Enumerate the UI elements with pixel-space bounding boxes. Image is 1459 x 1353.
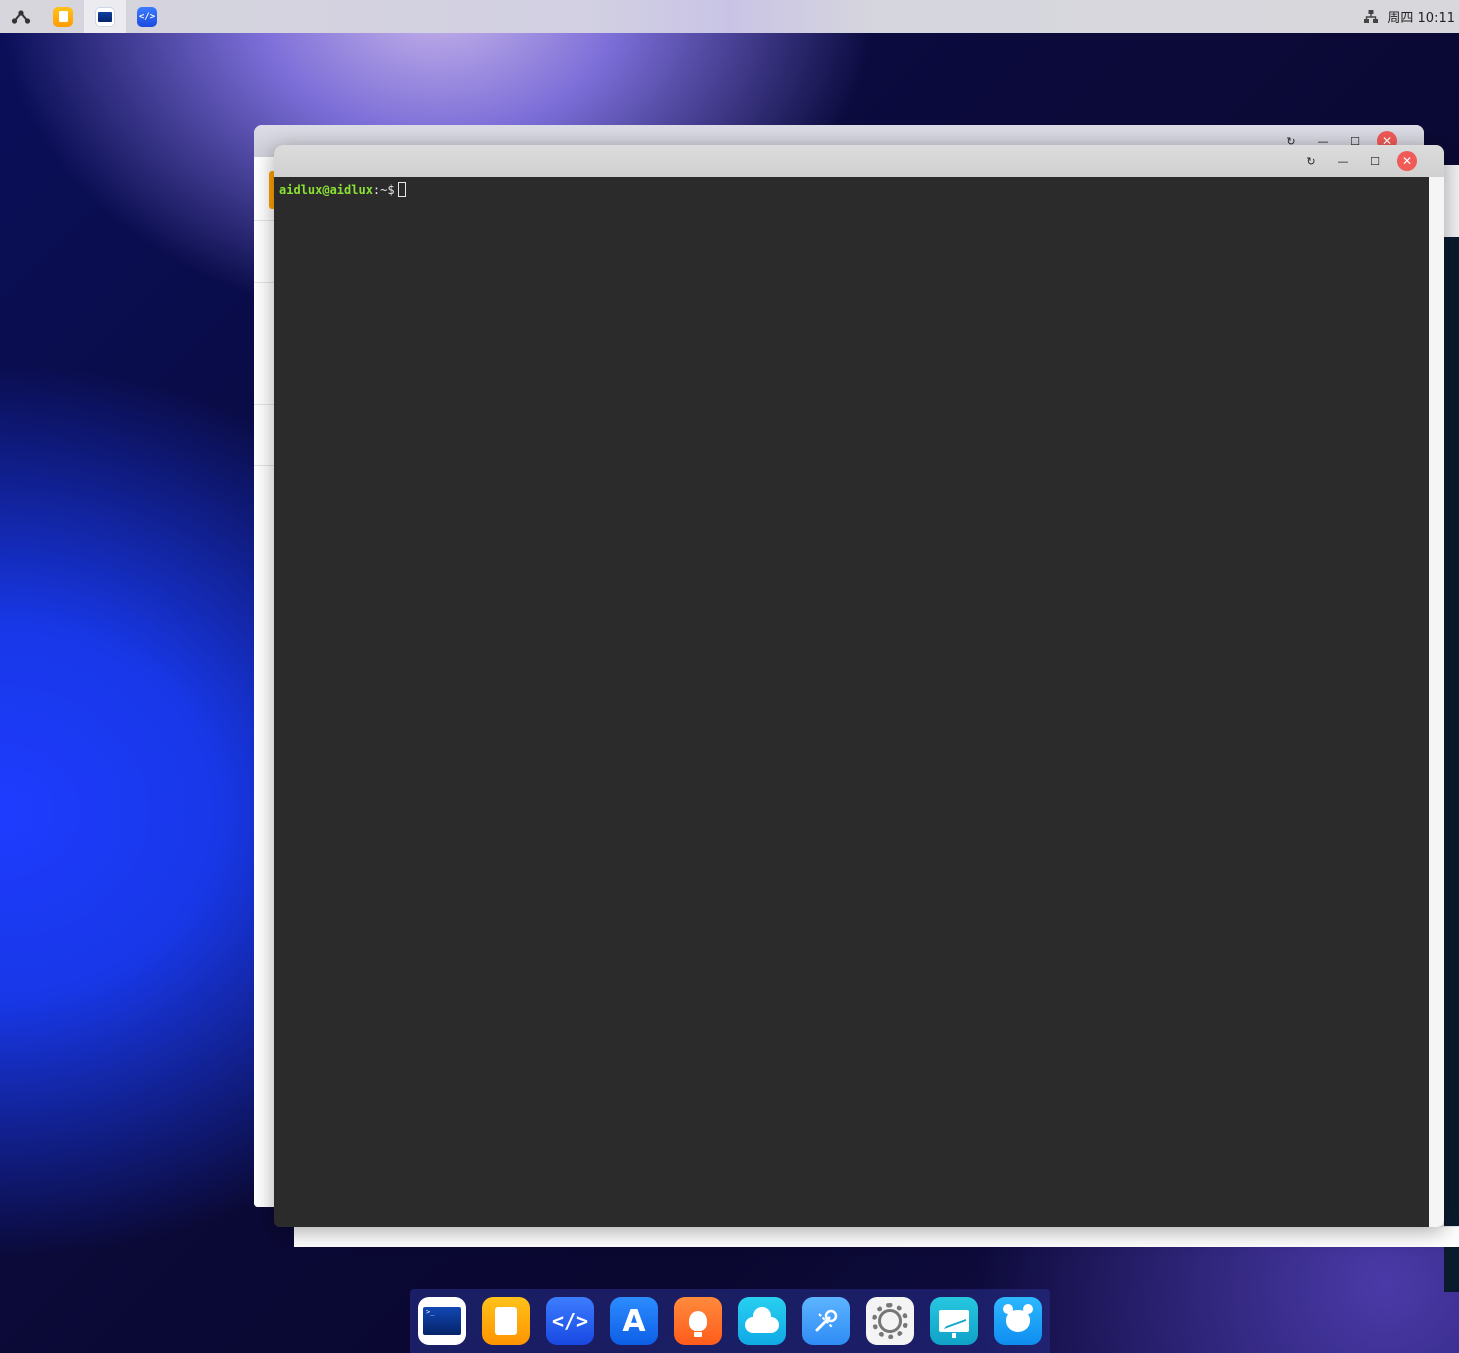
text-cursor — [397, 182, 406, 197]
terminal-scrollbar[interactable] — [1429, 177, 1444, 1227]
bear-icon — [1003, 1304, 1033, 1332]
close-icon: ✕ — [1401, 154, 1413, 168]
cloud-icon — [745, 1307, 779, 1333]
divider — [254, 282, 274, 283]
taskbar-terminal-button[interactable] — [84, 0, 126, 33]
launcher-button[interactable] — [0, 0, 42, 33]
dock: </> A — [410, 1289, 1050, 1353]
dock-app-store[interactable]: A — [610, 1297, 658, 1345]
menu-icon — [11, 9, 31, 24]
code-editor-icon: </> — [137, 6, 157, 27]
prompt-path: :~$ — [372, 183, 395, 197]
lightbulb-icon — [689, 1311, 707, 1337]
refresh-icon: ↻ — [1306, 154, 1316, 168]
minimize-button[interactable]: — — [1333, 151, 1353, 171]
close-button[interactable]: ✕ — [1397, 151, 1417, 171]
top-panel: </> 周四 10:11 — [0, 0, 1459, 33]
dock-system-monitor[interactable] — [930, 1297, 978, 1345]
divider — [254, 220, 274, 221]
background-window-bottom-edge — [294, 1226, 1459, 1247]
terminal-icon — [423, 1307, 461, 1335]
dock-terminal[interactable] — [418, 1297, 466, 1345]
dock-code-editor[interactable]: </> — [546, 1297, 594, 1345]
background-window-dark-panel — [1444, 237, 1459, 1292]
dock-cloud[interactable] — [738, 1297, 786, 1345]
terminal-titlebar[interactable]: ↻ — ☐ ✕ — [274, 145, 1444, 177]
network-icon[interactable] — [1363, 9, 1379, 25]
minimize-icon: — — [1337, 154, 1349, 168]
terminal-icon — [95, 6, 115, 27]
prompt-user: aidlux@aidlux — [279, 183, 373, 197]
maximize-icon: ☐ — [1370, 154, 1380, 168]
dock-idea[interactable] — [674, 1297, 722, 1345]
dock-tools[interactable] — [802, 1297, 850, 1345]
gear-icon — [872, 1303, 908, 1339]
refresh-button[interactable]: ↻ — [1301, 151, 1321, 171]
app-store-icon: A — [622, 1303, 646, 1339]
taskbar-files-button[interactable] — [42, 0, 84, 33]
terminal-window-controls: ↻ — ☐ ✕ — [1301, 145, 1417, 177]
taskbar-code-button[interactable]: </> — [126, 0, 168, 33]
files-icon — [495, 1307, 517, 1335]
dock-bear-app[interactable] — [994, 1297, 1042, 1345]
tools-icon — [815, 1309, 838, 1332]
files-icon — [53, 6, 73, 27]
monitor-icon — [939, 1310, 969, 1338]
divider — [254, 404, 274, 405]
terminal-output[interactable]: aidlux@aidlux:~$ — [274, 177, 1429, 1227]
code-editor-icon: </> — [551, 1309, 589, 1333]
terminal-window: ↻ — ☐ ✕ aidlux@aidlux:~$ — [274, 145, 1444, 1227]
divider — [254, 465, 274, 466]
dock-files[interactable] — [482, 1297, 530, 1345]
system-tray: 周四 10:11 — [1363, 0, 1455, 33]
clock[interactable]: 周四 10:11 — [1387, 7, 1455, 26]
dock-settings[interactable] — [866, 1297, 914, 1345]
maximize-button[interactable]: ☐ — [1365, 151, 1385, 171]
